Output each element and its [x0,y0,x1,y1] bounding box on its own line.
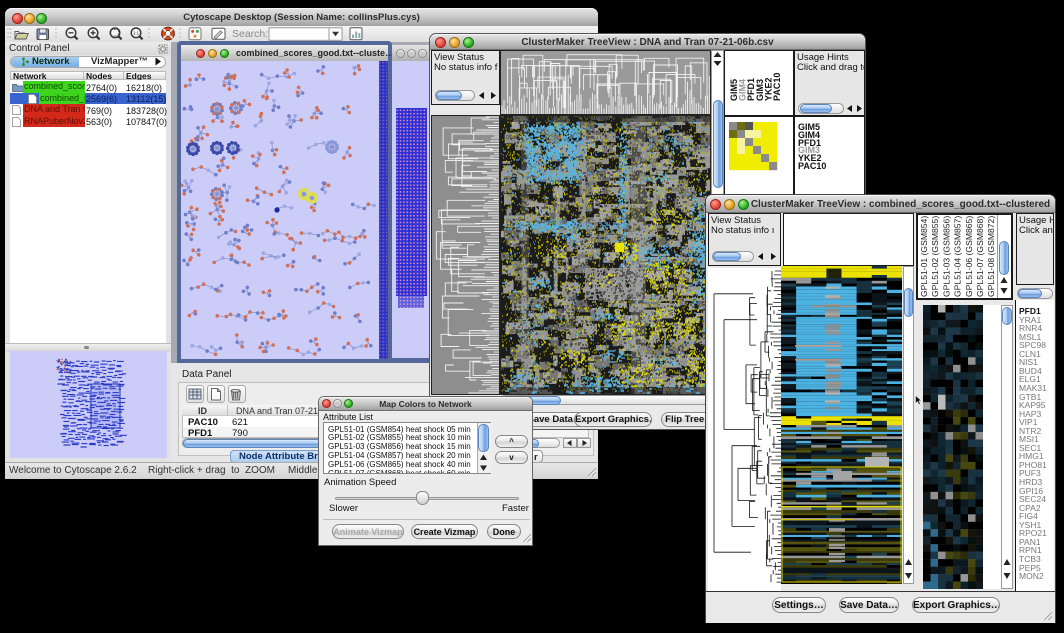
svg-text:1:1: 1:1 [133,31,140,36]
svg-text:GPL51-07 (GSM868): GPL51-07 (GSM868) [975,216,985,297]
svg-text:GPL51-03 (GSM856): GPL51-03 (GSM856) [941,216,951,297]
svg-text:GPL51-04 (GSM857): GPL51-04 (GSM857) [953,216,963,297]
svg-text:GPL51-02 (GSM855): GPL51-02 (GSM855) [930,216,940,297]
svg-text:GPL51-01 (GSM854): GPL51-01 (GSM854) [919,216,929,297]
svg-text:GPL51-06 (GSM865): GPL51-06 (GSM865) [964,216,974,297]
svg-text:Search:: Search: [232,28,268,40]
svg-text:PAC10: PAC10 [772,73,782,101]
svg-text:GPL51-08 (GSM872): GPL51-08 (GSM872) [986,216,996,297]
